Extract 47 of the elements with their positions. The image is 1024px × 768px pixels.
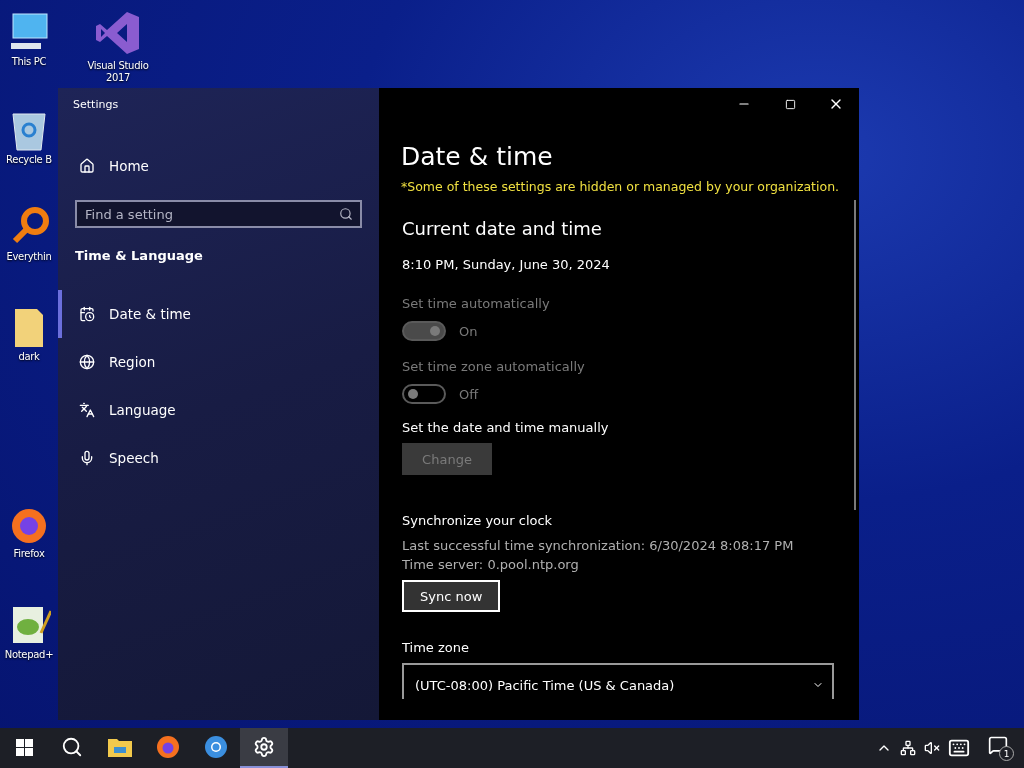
microphone-icon — [79, 450, 95, 466]
page-title: Date & time — [401, 142, 553, 171]
last-sync-text: Last successful time synchronization: 6/30/2024 8:08:17 PM — [402, 537, 794, 555]
desktop-icon-label[interactable]: Recycle B — [6, 154, 52, 166]
search-icon — [61, 736, 83, 758]
muted-speaker-icon[interactable] — [924, 740, 940, 756]
nav-item[interactable]: Region — [58, 338, 379, 386]
notification-count: 1 — [999, 746, 1014, 761]
calendar-clock-icon — [79, 306, 95, 322]
manual-label: Set the date and time manually — [402, 420, 609, 435]
folder-icon — [108, 737, 132, 757]
sync-heading: Synchronize your clock — [402, 513, 553, 528]
nav-item[interactable]: Speech — [58, 434, 379, 482]
time-server-text: Time server: 0.pool.ntp.org — [402, 556, 579, 574]
notice-text: *Some of these settings are hidden or managed by your organization. — [401, 179, 840, 194]
nav-item[interactable]: Language — [58, 386, 379, 434]
time-zone-dropdown[interactable]: (UTC-08:00) Pacific Time (US & Canada) — [402, 663, 834, 699]
window-title: Settings — [72, 97, 120, 113]
desktop-icon-label[interactable]: This PC — [11, 56, 47, 68]
network-icon[interactable] — [900, 740, 916, 756]
toggle-state: On — [459, 323, 478, 339]
desktop-icon-label[interactable]: Notepad+ — [4, 649, 54, 661]
search-icon — [339, 207, 353, 221]
section-heading: Current date and time — [402, 218, 602, 239]
time-zone-label: Time zone — [402, 640, 469, 655]
windows-logo-icon — [15, 738, 33, 756]
home-nav-item[interactable]: Home — [58, 142, 379, 190]
taskbar-button[interactable] — [240, 728, 288, 768]
toggle-label: Set time automatically — [402, 296, 550, 311]
desktop-icon-label[interactable]: Firefox — [13, 548, 45, 560]
fox-globe-icon — [156, 735, 180, 759]
desktop-icon-label[interactable]: dark — [18, 351, 40, 363]
section-title: Time & Language — [74, 247, 204, 265]
toggle-label: Set time zone automatically — [402, 359, 585, 374]
desktop-icon-label[interactable]: Everythin — [6, 251, 52, 263]
maximize-icon — [784, 98, 796, 110]
globe-icon — [79, 354, 95, 370]
language-icon — [79, 402, 95, 418]
current-date-time: 8:10 PM, Sunday, June 30, 2024 — [402, 257, 610, 272]
toggle-state: Off — [459, 386, 479, 402]
sync-now-button[interactable]: Sync now — [402, 580, 501, 612]
settings-icon — [253, 736, 275, 758]
ring-icon — [204, 735, 228, 759]
search-field[interactable]: Find a setting — [75, 200, 362, 228]
desktop-icon-label[interactable]: Visual Studio 2017 — [82, 60, 154, 84]
keyboard-icon[interactable] — [948, 737, 970, 759]
home-icon — [79, 158, 95, 174]
